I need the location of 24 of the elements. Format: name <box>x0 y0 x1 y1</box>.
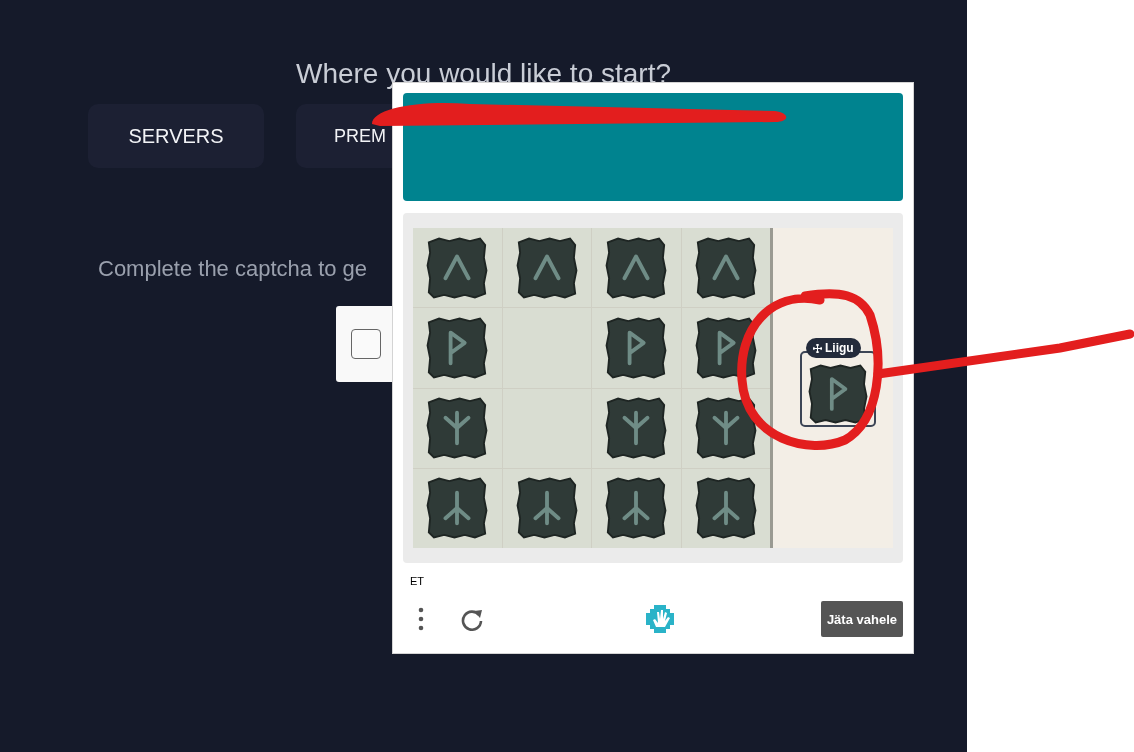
more-options-icon[interactable] <box>418 607 424 631</box>
rune-tile[interactable] <box>693 476 758 541</box>
rune-tile[interactable] <box>604 396 669 461</box>
refresh-icon[interactable] <box>460 607 484 631</box>
rune-tile[interactable] <box>807 363 869 425</box>
rune-tile[interactable] <box>425 315 490 380</box>
captcha-checkbox[interactable] <box>351 329 381 359</box>
rune-tile[interactable] <box>604 315 669 380</box>
rune-tile[interactable] <box>604 235 669 300</box>
rune-tile[interactable] <box>693 396 758 461</box>
rune-tile[interactable] <box>425 235 490 300</box>
rune-tile[interactable] <box>693 235 758 300</box>
language-label[interactable]: ET <box>403 575 425 587</box>
move-icon <box>813 343 822 353</box>
hand-logo-icon <box>644 603 676 635</box>
rune-tile[interactable] <box>514 476 579 541</box>
rune-tile[interactable] <box>425 476 490 541</box>
rune-tile[interactable] <box>425 396 490 461</box>
move-badge: Liigu <box>806 338 861 358</box>
rune-tile[interactable] <box>604 476 669 541</box>
rune-tile[interactable] <box>514 235 579 300</box>
captcha-prompt: Complete the captcha to ge <box>98 256 368 282</box>
category-button[interactable]: SERVERS <box>88 104 264 168</box>
skip-button[interactable]: Jäta vahele <box>820 601 903 637</box>
